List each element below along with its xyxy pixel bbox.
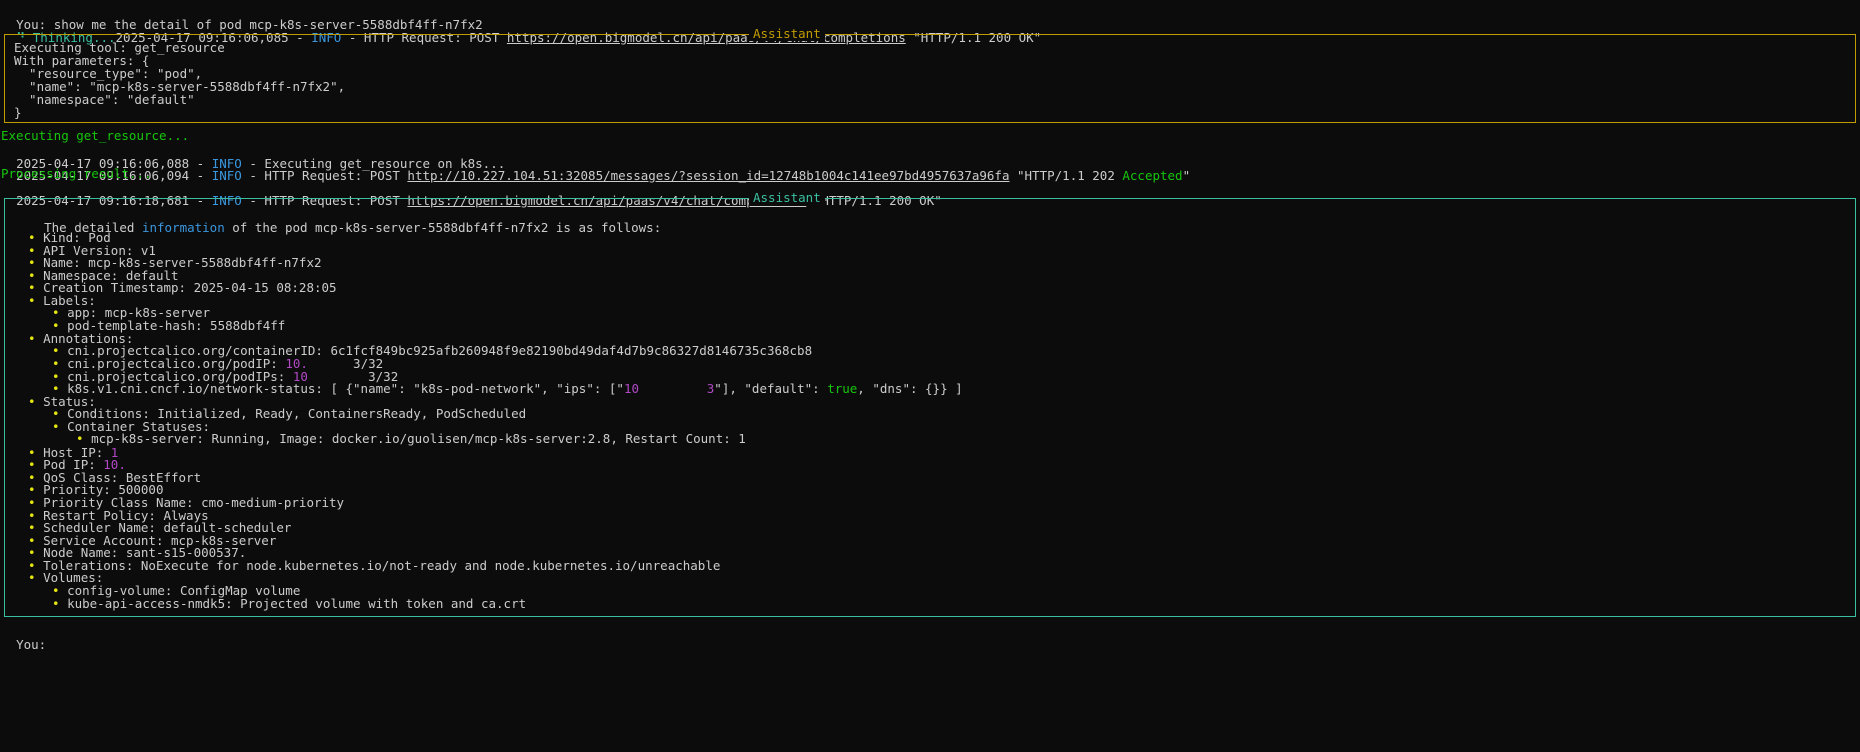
log-status-end: " [1182, 168, 1191, 183]
bullet-icon: • [28, 331, 36, 346]
answer-intro: The detailed information of the pod mcp-… [14, 205, 661, 235]
list-item: • Tolerations: NoExecute for node.kubern… [28, 558, 720, 573]
tool-line: "namespace": "default" [14, 92, 195, 107]
ip-value: 10 [623, 381, 640, 396]
bullet-icon: • [28, 570, 36, 585]
tool-call-panel: Assistant Executing tool: get_resource W… [4, 26, 1856, 123]
intro-highlight: information [141, 220, 225, 235]
bullet-icon: • [52, 596, 60, 611]
item-text: mcp-k8s-server: Running, Image: docker.i… [91, 431, 746, 446]
bullet-icon: • [76, 431, 84, 446]
list-item: • kube-api-access-nmdk5: Projected volum… [52, 596, 526, 611]
item-text-end: , "dns": {}} ] [857, 381, 963, 396]
intro-text-end: of the pod mcp-k8s-server-5588dbf4ff-n7f… [224, 220, 662, 235]
list-item: • mcp-k8s-server: Running, Image: docker… [76, 431, 746, 446]
bullet-icon: • [28, 394, 36, 409]
item-text: "], "default": [714, 381, 828, 396]
log-line: 2025-04-17 09:16:06,094 - INFO - HTTP Re… [16, 168, 1191, 183]
list-item: • k8s.v1.cni.cncf.io/network-status: [ {… [52, 381, 963, 396]
item-text: k8s.v1.cni.cncf.io/network-status: [ {"n… [67, 381, 624, 396]
prompt-label: You: [16, 637, 47, 652]
panel-title: Assistant [749, 190, 825, 205]
assistant-answer-panel: Assistant The detailed information of th… [4, 190, 1856, 617]
item-text: Tolerations: NoExecute for node.kubernet… [43, 558, 721, 573]
panel-title: Assistant [749, 26, 825, 41]
log-status: "HTTP/1.1 202 [1009, 168, 1123, 183]
bool-value: true [827, 381, 858, 396]
item-text: kube-api-access-nmdk5: Projected volume … [67, 596, 527, 611]
bullet-icon: • [52, 419, 60, 434]
bullet-icon: • [28, 293, 36, 308]
log-status-word: Accepted [1122, 168, 1183, 183]
thinking-log-line: ⠙ Thinking...2025-04-17 09:16:06,085 - I… [1, 15, 1041, 45]
tool-line: } [14, 105, 22, 120]
user-prompt-input-line[interactable]: You: [1, 622, 46, 652]
